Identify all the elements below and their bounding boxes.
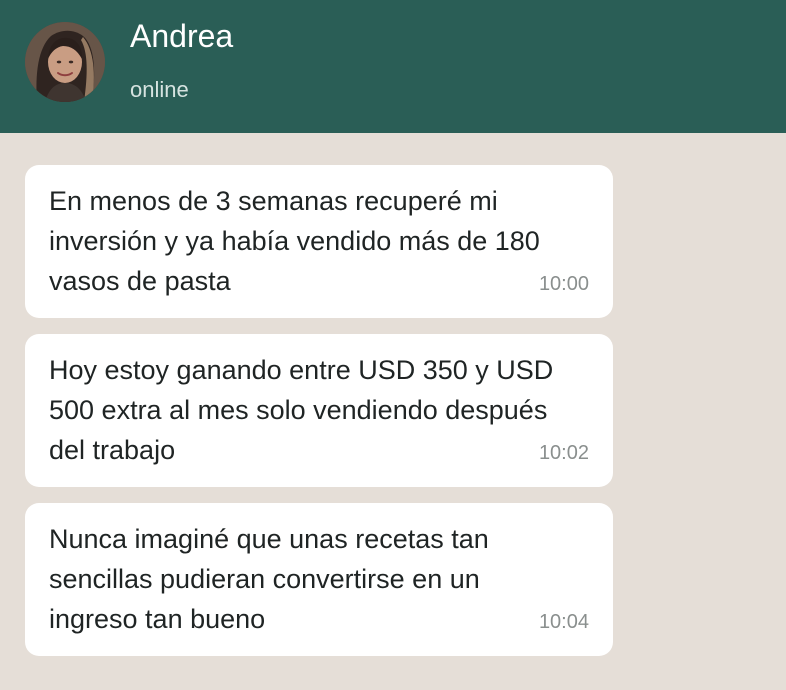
message-text: Nunca imaginé que unas recetas tan senci… [49, 524, 489, 634]
message-text: Hoy estoy ganando entre USD 350 y USD 50… [49, 355, 554, 465]
message-bubble[interactable]: Nunca imaginé que unas recetas tan senci… [25, 503, 613, 656]
message-bubble[interactable]: Hoy estoy ganando entre USD 350 y USD 50… [25, 334, 613, 487]
message-bubble[interactable]: En menos de 3 semanas recuperé mi invers… [25, 165, 613, 318]
avatar[interactable] [25, 22, 105, 102]
contact-status: online [130, 77, 189, 102]
message-list: En menos de 3 semanas recuperé mi invers… [0, 133, 786, 690]
message-time: 10:02 [538, 442, 589, 464]
message-text: En menos de 3 semanas recuperé mi invers… [49, 186, 540, 296]
chat-header: Andrea online [0, 0, 786, 133]
contact-name: Andrea [130, 18, 234, 54]
message-time: 10:04 [538, 611, 589, 633]
avatar-image [25, 22, 105, 102]
message-time: 10:00 [538, 273, 589, 295]
